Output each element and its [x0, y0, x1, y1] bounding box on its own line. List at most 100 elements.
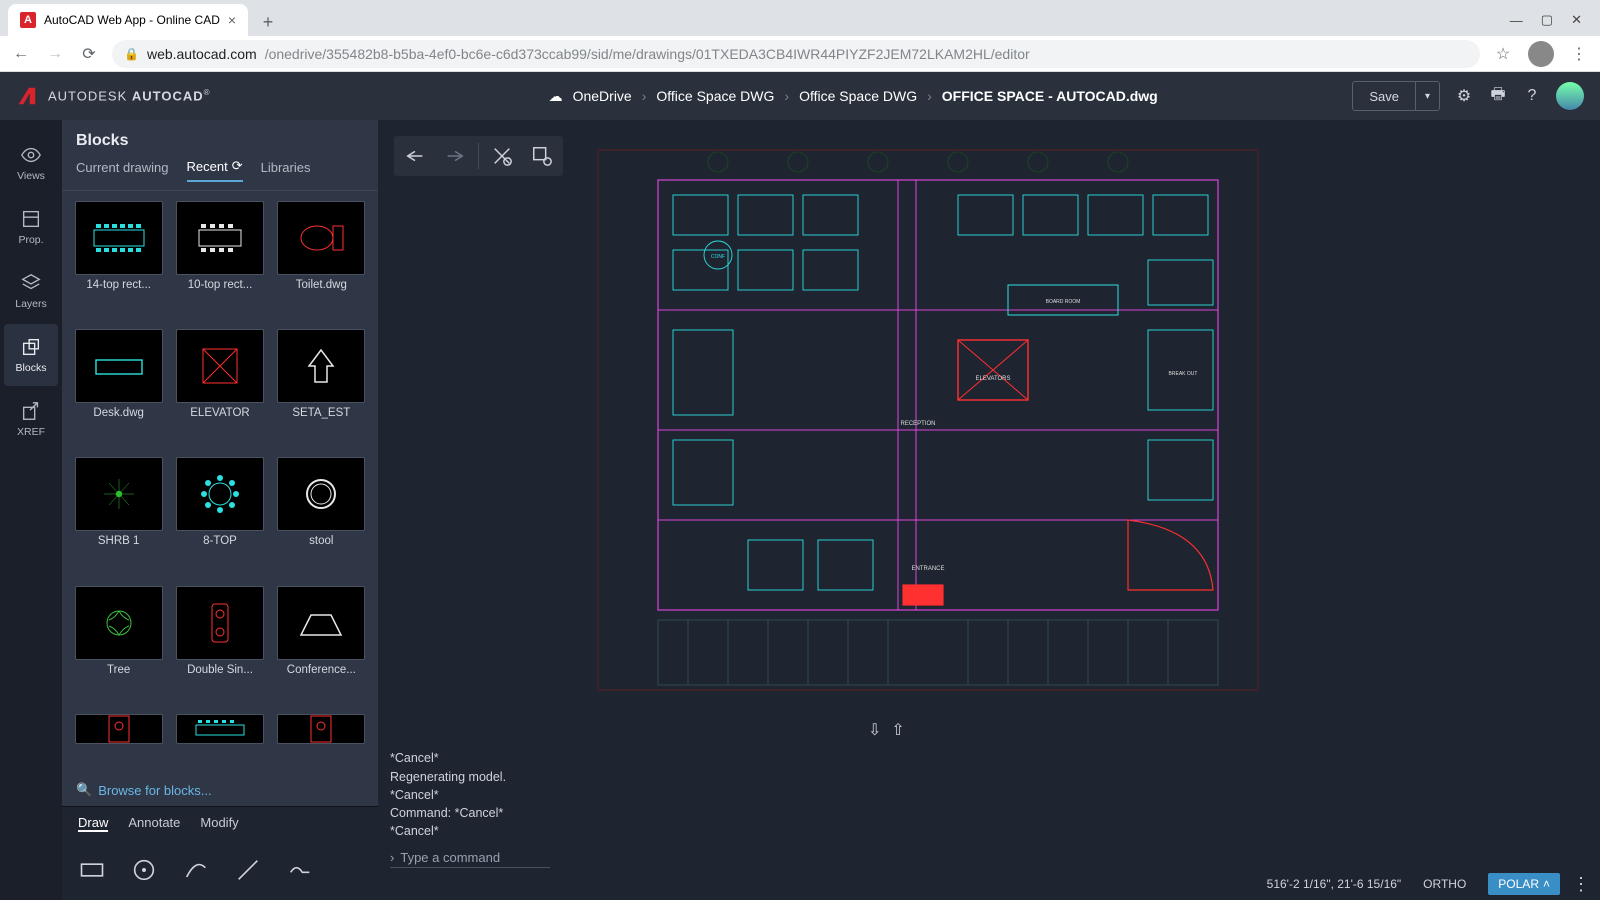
tab-close-icon[interactable]: ×	[228, 12, 236, 28]
rail-label: Prop.	[18, 234, 43, 246]
window-maximize[interactable]: ▢	[1541, 12, 1553, 28]
svg-text:BOARD ROOM: BOARD ROOM	[1046, 299, 1081, 305]
bookmark-star-icon[interactable]: ☆	[1492, 44, 1514, 64]
chrome-profile-avatar[interactable]	[1528, 41, 1554, 67]
save-label[interactable]: Save	[1353, 82, 1415, 110]
browser-tab[interactable]: A AutoCAD Web App - Online CAD ×	[8, 4, 248, 36]
user-avatar[interactable]	[1556, 82, 1584, 110]
nav-forward[interactable]: →	[44, 45, 66, 63]
block-item[interactable]: Tree	[72, 586, 165, 706]
print-icon[interactable]: 🖶	[1488, 86, 1508, 106]
rail-label: XREF	[17, 426, 45, 438]
refresh-icon[interactable]: ⟳	[232, 158, 243, 174]
url-bar[interactable]: 🔒 web.autocad.com/onedrive/355482b8-b5ba…	[112, 40, 1480, 68]
block-item[interactable]	[72, 714, 165, 774]
lock-icon: 🔒	[124, 47, 139, 61]
block-item[interactable]: 14-top rect...	[72, 201, 165, 321]
block-label: Tree	[107, 664, 130, 676]
xref-icon	[20, 400, 42, 422]
block-label: 10-top rect...	[188, 279, 253, 291]
block-item[interactable]: ELEVATOR	[173, 329, 266, 449]
block-item[interactable]: Desk.dwg	[72, 329, 165, 449]
block-item[interactable]: SETA_EST	[275, 329, 368, 449]
block-item[interactable]: 10-top rect...	[173, 201, 266, 321]
breadcrumb-item[interactable]: OneDrive	[573, 88, 632, 104]
panel-tab-libraries[interactable]: Libraries	[261, 158, 311, 182]
block-item[interactable]	[173, 714, 266, 774]
breadcrumb: ☁ OneDrive › Office Space DWG › Office S…	[549, 88, 1158, 105]
save-button[interactable]: Save ▾	[1352, 81, 1440, 111]
help-icon[interactable]: ?	[1522, 86, 1542, 106]
log-line: *Cancel*	[390, 822, 506, 840]
block-thumbnail	[277, 714, 365, 744]
rail-views[interactable]: Views	[4, 132, 58, 194]
block-label: Toilet.dwg	[296, 279, 347, 291]
window-close[interactable]: ✕	[1571, 12, 1582, 28]
block-item[interactable]: SHRB 1	[72, 457, 165, 577]
browser-toolbar: ← → ⟳ 🔒 web.autocad.com/onedrive/355482b…	[0, 36, 1600, 72]
rectangle-tool-icon[interactable]	[78, 856, 106, 884]
redo-button[interactable]	[438, 141, 472, 171]
status-bar: 516'-2 1/16", 21'-6 15/16" ORTHO POLAR ˄…	[378, 868, 1600, 900]
block-item[interactable]: Toilet.dwg	[275, 201, 368, 321]
properties-icon	[20, 208, 42, 230]
zoom-extents-button[interactable]	[485, 141, 519, 171]
settings-icon[interactable]: ⚙	[1454, 86, 1474, 106]
pan-up-icon[interactable]: ⇧	[891, 720, 904, 740]
block-thumbnail	[176, 329, 264, 403]
rail-label: Views	[17, 170, 45, 182]
nav-back[interactable]: ←	[10, 45, 32, 63]
polyline-tool-icon[interactable]	[286, 856, 314, 884]
panel-tab-recent[interactable]: Recent ⟳	[187, 158, 243, 182]
zoom-window-button[interactable]	[525, 141, 559, 171]
undo-button[interactable]	[398, 141, 432, 171]
block-item[interactable]: stool	[275, 457, 368, 577]
circle-tool-icon[interactable]	[130, 856, 158, 884]
rail-layers[interactable]: Layers	[4, 260, 58, 322]
svg-text:ENTRANCE: ENTRANCE	[911, 566, 944, 572]
block-thumbnail	[277, 201, 365, 275]
block-thumbnail	[176, 714, 264, 744]
svg-text:CONF: CONF	[711, 254, 725, 260]
arc-tool-icon[interactable]	[182, 856, 210, 884]
block-item[interactable]	[275, 714, 368, 774]
nav-reload[interactable]: ⟳	[78, 44, 100, 64]
rail-blocks[interactable]: Blocks	[4, 324, 58, 386]
blocks-grid: 14-top rect... 10-top rect... Toilet.dwg De…	[62, 191, 378, 774]
save-dropdown-chevron[interactable]: ▾	[1415, 82, 1439, 110]
breadcrumb-item[interactable]: Office Space DWG	[656, 88, 774, 104]
line-tool-icon[interactable]	[234, 856, 262, 884]
tool-tab-annotate[interactable]: Annotate	[128, 815, 180, 832]
log-line: Regenerating model.	[390, 768, 506, 786]
chrome-menu-icon[interactable]: ⋮	[1568, 44, 1590, 64]
block-label: SHRB 1	[98, 535, 140, 547]
block-label: 14-top rect...	[86, 279, 151, 291]
new-tab-button[interactable]: +	[254, 8, 282, 36]
eye-icon	[20, 144, 42, 166]
block-item[interactable]: Double Sin...	[173, 586, 266, 706]
drawing-canvas[interactable]: ELEVATORS RECEPTION ENTRANCE	[378, 120, 1600, 868]
ortho-toggle[interactable]: ORTHO	[1413, 873, 1476, 895]
breadcrumb-item[interactable]: Office Space DWG	[799, 88, 917, 104]
block-label: Desk.dwg	[93, 407, 144, 419]
block-item[interactable]: Conference...	[275, 586, 368, 706]
command-input[interactable]: › Type a command	[390, 848, 550, 868]
coordinate-readout: 516'-2 1/16", 21'-6 15/16"	[1267, 877, 1402, 891]
browse-blocks-link[interactable]: 🔍 Browse for blocks...	[62, 774, 378, 806]
panel-tab-current[interactable]: Current drawing	[76, 158, 169, 182]
blocks-panel: Blocks Current drawing Recent ⟳ Librarie…	[62, 120, 378, 806]
block-thumbnail	[75, 201, 163, 275]
left-rail: Views Prop. Layers Blocks XREF	[0, 120, 62, 900]
status-menu-icon[interactable]: ⋮	[1572, 874, 1590, 895]
pan-down-icon[interactable]: ⇩	[868, 720, 881, 740]
tool-tab-modify[interactable]: Modify	[200, 815, 238, 832]
block-thumbnail	[75, 586, 163, 660]
polar-toggle[interactable]: POLAR ˄	[1488, 873, 1560, 895]
rail-xref[interactable]: XREF	[4, 388, 58, 450]
rail-label: Layers	[15, 298, 47, 310]
block-item[interactable]: 8-TOP	[173, 457, 266, 577]
rail-label: Blocks	[16, 362, 47, 374]
window-minimize[interactable]: —	[1510, 13, 1523, 28]
tool-tab-draw[interactable]: Draw	[78, 815, 108, 832]
rail-properties[interactable]: Prop.	[4, 196, 58, 258]
